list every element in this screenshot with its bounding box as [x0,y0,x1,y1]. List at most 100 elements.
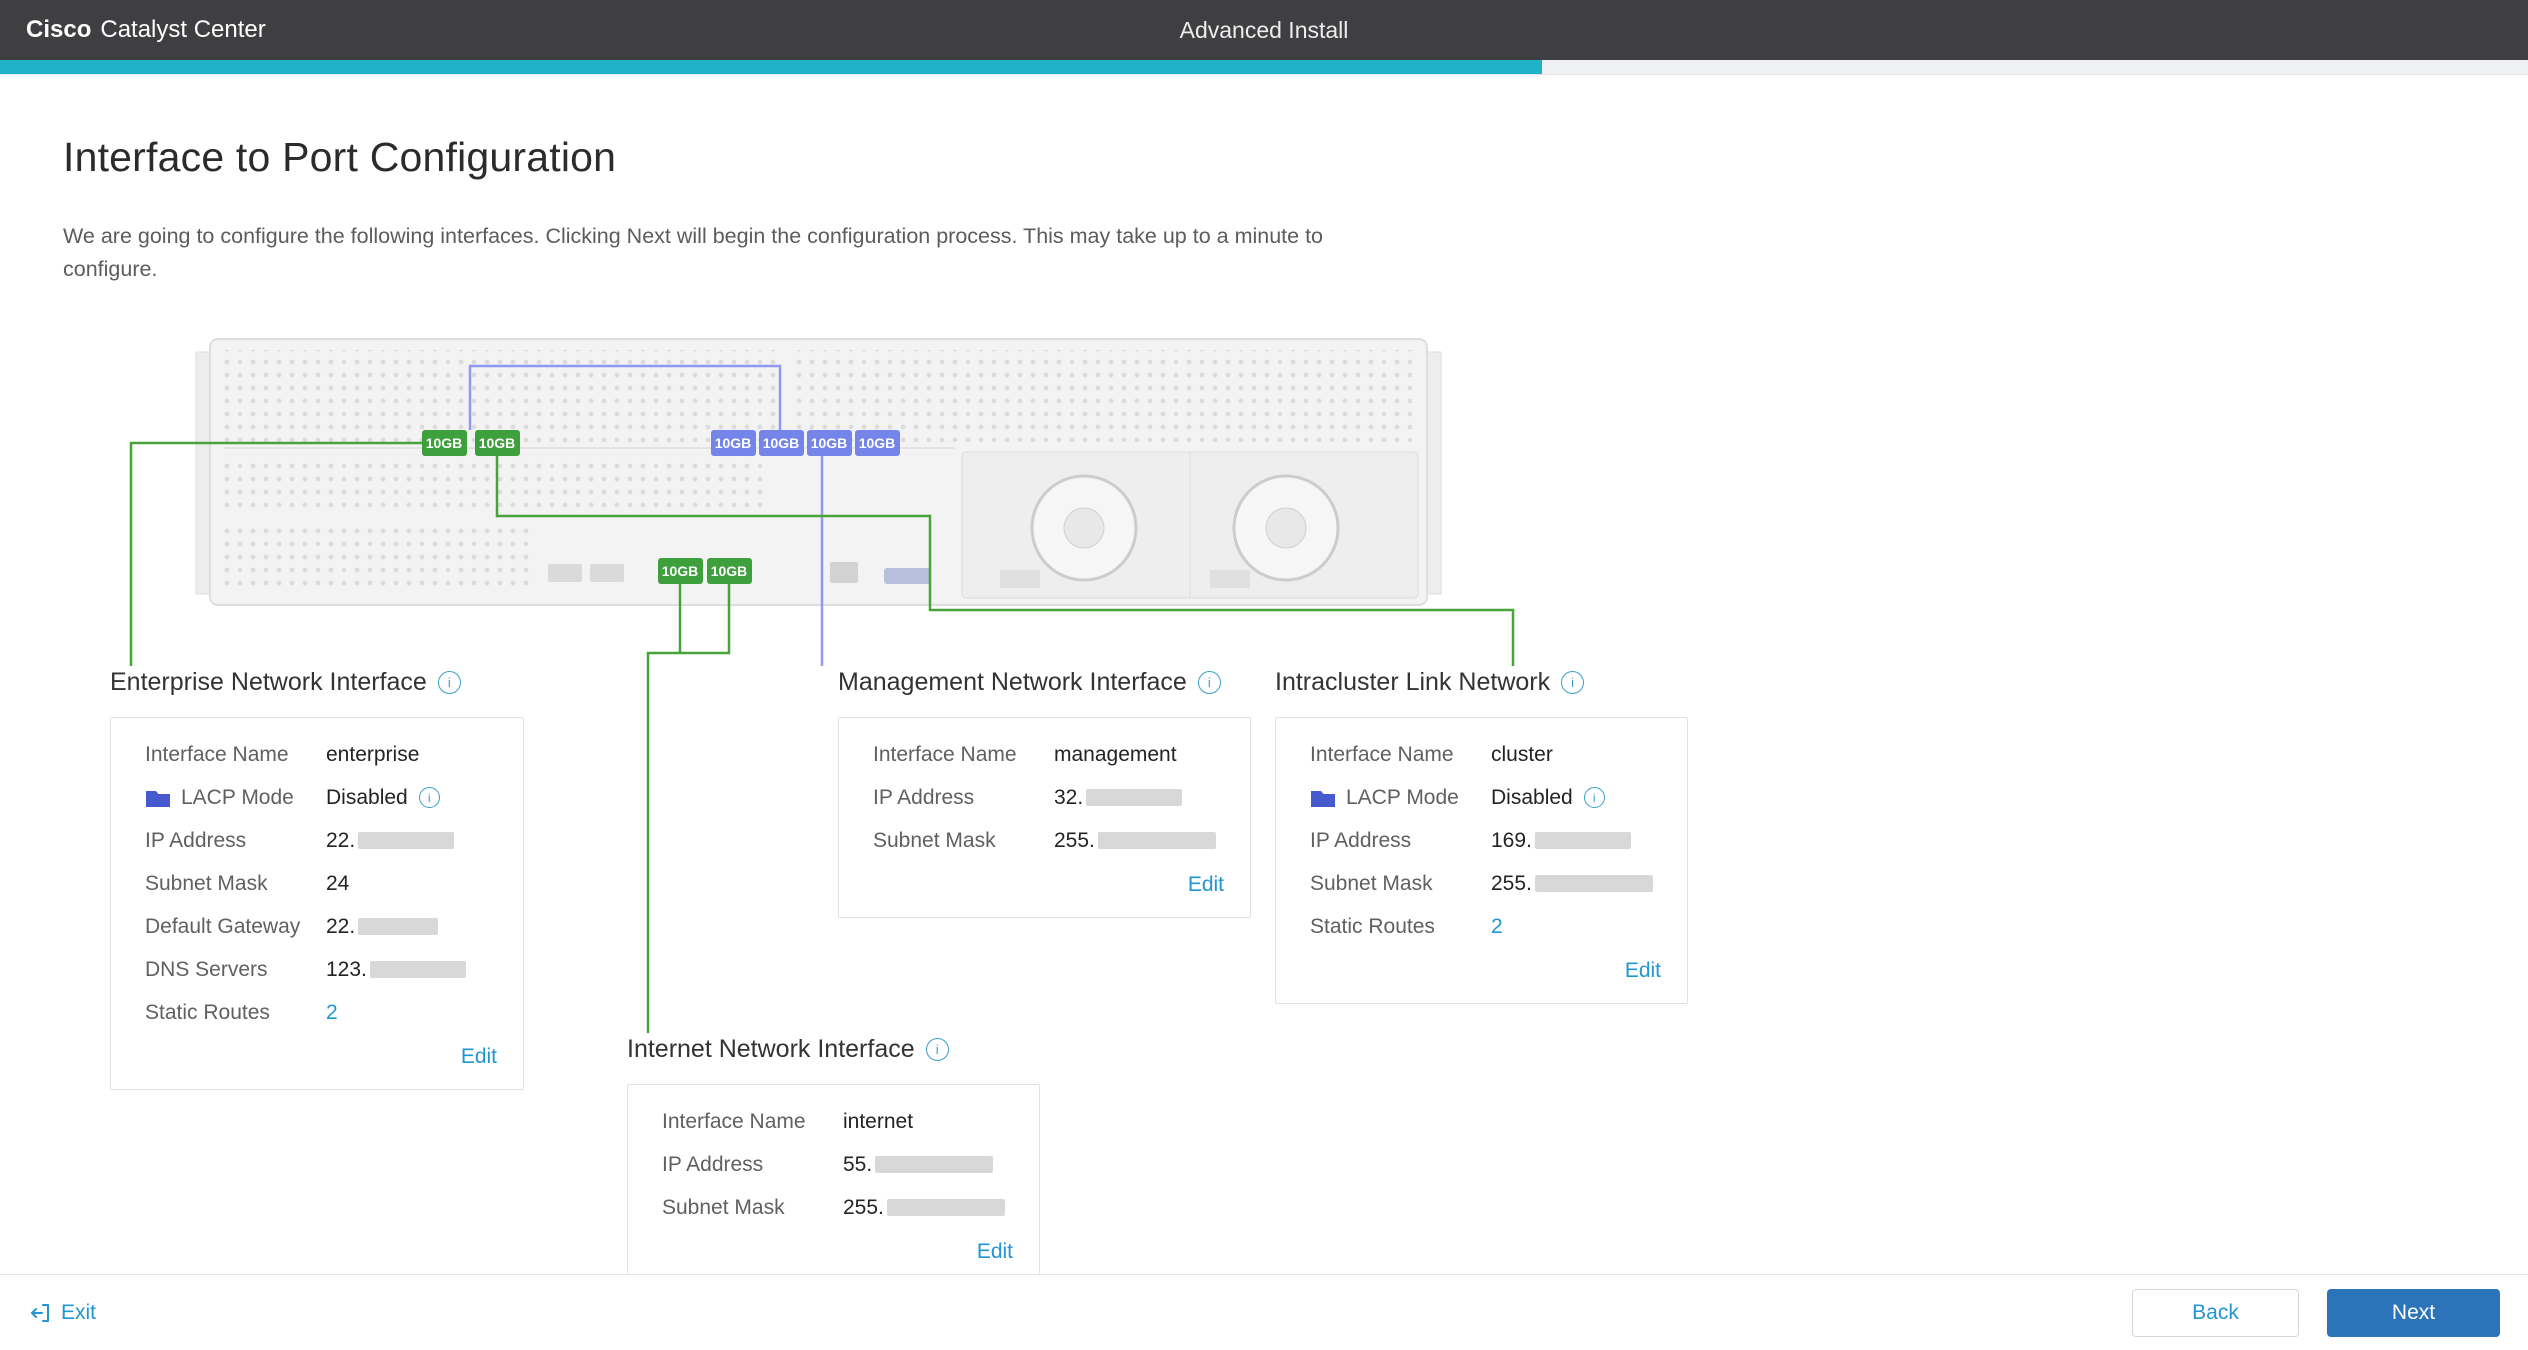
enterprise-port-badge: 10GB [422,430,467,456]
detail-row-subnet-mask: Subnet Mask 255. [873,828,1226,853]
card-title: Intracluster Link Network i [1275,668,1688,697]
lacp-bond-icon [1310,788,1336,808]
psu-fan-2 [1234,476,1338,580]
wizard-context-title: Advanced Install [1180,17,1349,44]
info-icon[interactable]: i [1584,787,1605,808]
field-value: management [1054,743,1177,767]
svg-text:10GB: 10GB [711,563,748,579]
rj45-port [830,562,858,583]
field-value: 22. [326,915,438,939]
exit-link[interactable]: Exit [28,1301,96,1325]
field-value: 22. [326,829,454,853]
page-description: We are going to configure the following … [63,220,1403,285]
card-title: Management Network Interface i [838,668,1251,697]
progress-track [0,60,2528,75]
detail-row-static-routes: Static Routes 2 [145,1000,499,1025]
field-value: enterprise [326,743,419,767]
field-label: Interface Name [1310,743,1491,767]
detail-row-interface-name: Interface Name enterprise [145,742,499,767]
edit-row: Edit [1310,957,1663,991]
svg-text:10GB: 10GB [426,435,463,451]
field-value: 255. [1054,829,1216,853]
field-label: Static Routes [1310,915,1491,939]
internet-line [648,584,729,1033]
card-title-text: Intracluster Link Network [1275,668,1550,697]
enterprise-line [131,443,424,666]
field-label: IP Address [145,829,326,853]
next-button[interactable]: Next [2327,1289,2500,1337]
card-title-text: Management Network Interface [838,668,1187,697]
progress-fill [0,60,1542,74]
field-label: Interface Name [145,743,326,767]
management-port-badge: 10GB [759,430,804,456]
detail-row-lacp-mode: LACP Mode Disabled i [1310,785,1663,810]
field-label: Default Gateway [145,915,326,939]
field-label: Subnet Mask [1310,872,1491,896]
field-label: DNS Servers [145,958,326,982]
detail-row-interface-name: Interface Name cluster [1310,742,1663,767]
svg-text:10GB: 10GB [662,563,699,579]
edit-link[interactable]: Edit [977,1240,1013,1263]
field-value: 255. [1491,872,1653,896]
edit-link[interactable]: Edit [461,1045,497,1068]
intracluster-line [497,456,1513,666]
svg-text:10GB: 10GB [859,435,896,451]
detail-row-subnet-mask: Subnet Mask 255. [1310,871,1663,896]
info-icon[interactable]: i [1198,671,1221,694]
redacted-value [1086,789,1182,806]
info-icon[interactable]: i [438,671,461,694]
redacted-value [887,1199,1005,1216]
card-title: Enterprise Network Interface i [110,668,524,697]
detail-row-interface-name: Interface Name management [873,742,1226,767]
field-value: 24 [326,872,349,896]
info-icon[interactable]: i [1561,671,1584,694]
edit-link[interactable]: Edit [1625,959,1661,982]
field-label: Interface Name [662,1110,843,1134]
card-title: Internet Network Interface i [627,1035,1040,1064]
field-label: Interface Name [873,743,1054,767]
field-label: IP Address [1310,829,1491,853]
page-title: Interface to Port Configuration [63,134,616,181]
redacted-value [1098,832,1216,849]
management-line [470,366,780,430]
card-title-text: Enterprise Network Interface [110,668,427,697]
field-label: LACP Mode [145,786,326,810]
port-badges: 10GB 10GB 10GB 10GB 10GB 10GB 10GB 10GB [422,430,900,584]
edit-link[interactable]: Edit [1188,873,1224,896]
redacted-value [1535,875,1653,892]
detail-row-subnet-mask: Subnet Mask 255. [662,1195,1015,1220]
field-value: 32. [1054,786,1182,810]
wizard-footer: Exit Back Next [0,1274,2528,1350]
info-icon[interactable]: i [419,787,440,808]
field-label: IP Address [662,1153,843,1177]
edit-row: Edit [145,1043,499,1077]
field-label: LACP Mode [1310,786,1491,810]
lacp-bond-icon [145,788,171,808]
management-details-card: Interface Name management IP Address 32.… [838,717,1251,918]
management-port-badge: 10GB [855,430,900,456]
redacted-value [1535,832,1631,849]
management-port-badge: 10GB [711,430,756,456]
back-button[interactable]: Back [2132,1289,2299,1337]
detail-row-subnet-mask: Subnet Mask 24 [145,871,499,896]
detail-row-default-gateway: Default Gateway 22. [145,914,499,939]
info-icon[interactable]: i [926,1038,949,1061]
psu-fan-1 [1032,476,1136,580]
field-value: Disabled i [1491,786,1605,810]
static-routes-link[interactable]: 2 [1491,915,1503,939]
static-routes-link[interactable]: 2 [326,1001,338,1025]
detail-row-ip-address: IP Address 32. [873,785,1226,810]
field-label: Subnet Mask [873,829,1054,853]
server-chassis [196,339,1441,605]
field-value: Disabled i [326,786,440,810]
management-interface-section: Management Network Interface i Interface… [838,668,1251,918]
intracluster-details-card: Interface Name cluster LACP Mode Disable… [1275,717,1688,1004]
field-value: 169. [1491,829,1631,853]
enterprise-port-badge: 10GB [475,430,520,456]
internet-port-badge: 10GB [707,558,752,584]
exit-icon [28,1301,52,1325]
internet-port-badge: 10GB [658,558,703,584]
management-port-badge: 10GB [807,430,852,456]
detail-row-lacp-mode: LACP Mode Disabled i [145,785,499,810]
field-value: internet [843,1110,913,1134]
